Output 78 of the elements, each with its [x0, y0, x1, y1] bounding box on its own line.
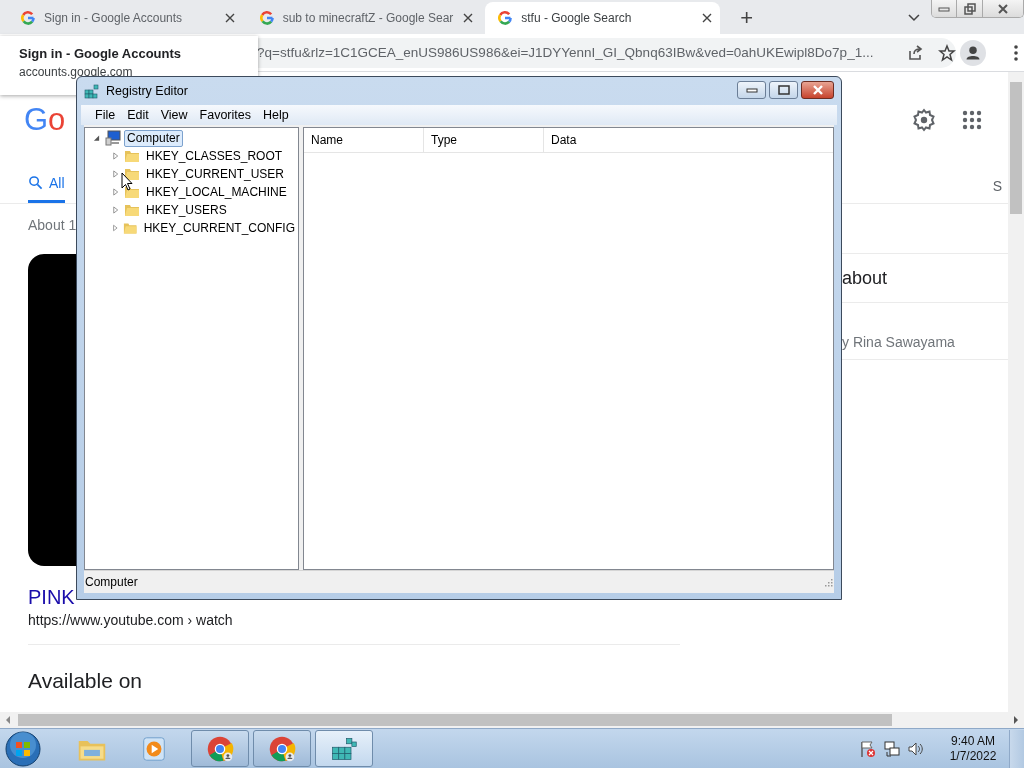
search-tab[interactable]: S	[992, 177, 1002, 194]
search-tab[interactable]: All	[28, 168, 65, 203]
column-header[interactable]: Data	[544, 128, 833, 152]
menu-item[interactable]: File	[89, 108, 122, 122]
cubes-icon	[84, 83, 100, 99]
taskbar-button[interactable]	[191, 730, 249, 767]
close-icon	[997, 2, 1010, 15]
restore-icon	[963, 2, 976, 15]
column-header[interactable]: Type	[424, 128, 544, 152]
tree-item[interactable]: HKEY_LOCAL_MACHINE	[143, 183, 290, 201]
result-url: https://www.youtube.com › watch	[28, 610, 680, 645]
minimize-icon	[745, 87, 758, 93]
maximize-button[interactable]	[769, 81, 798, 99]
scroll-left-icon[interactable]	[5, 716, 11, 724]
action-center-flag-icon[interactable]	[859, 739, 877, 758]
scroll-right-icon[interactable]	[1013, 716, 1019, 724]
section-heading: Available on	[28, 668, 144, 694]
browser-tab[interactable]: sub to minecraftZ - Google Sear	[246, 2, 482, 34]
result-stats: About 1	[28, 216, 77, 235]
taskbar-button[interactable]	[315, 730, 373, 767]
status-bar-text: Computer	[85, 575, 138, 589]
expander-icon[interactable]	[93, 134, 100, 142]
menu-item[interactable]: View	[154, 108, 194, 122]
google-g-icon	[258, 10, 275, 26]
start-button[interactable]	[5, 730, 41, 767]
share-icon[interactable]	[906, 43, 924, 62]
apps-grid-icon[interactable]	[962, 110, 982, 130]
tooltip-title: Sign in - Google Accounts	[19, 46, 183, 61]
tree-item[interactable]: HKEY_USERS	[143, 201, 230, 219]
menu-item[interactable]: Help	[257, 108, 295, 122]
tree-item[interactable]: HKEY_CLASSES_ROOT	[143, 147, 286, 165]
menu-item[interactable]: Edit	[121, 108, 155, 122]
close-icon	[811, 85, 824, 95]
taskbar-button[interactable]	[253, 730, 311, 767]
profile-avatar-icon[interactable]	[960, 39, 986, 66]
menu-icon[interactable]	[1014, 44, 1018, 61]
menu-item[interactable]: Favorites	[193, 108, 257, 122]
result-title-link[interactable]: PINK	[28, 584, 75, 610]
folder-icon	[124, 202, 140, 218]
computer-icon	[105, 130, 121, 146]
horizontal-scrollbar[interactable]	[0, 712, 1024, 728]
browser-icon	[267, 734, 297, 763]
panel-subtitle: y Rina Sawayama	[842, 334, 955, 350]
window-title: Registry Editor	[106, 84, 188, 98]
new-tab-button[interactable]: +	[731, 2, 762, 34]
google-g-icon	[497, 10, 514, 26]
browser-tab[interactable]: Sign in - Google Accounts	[8, 2, 243, 34]
minimize-button[interactable]	[737, 81, 766, 99]
network-icon[interactable]	[883, 739, 901, 758]
tooltip-url: accounts.google.com	[19, 65, 134, 79]
vertical-scrollbar[interactable]	[1008, 72, 1024, 712]
restore-button[interactable]	[957, 0, 984, 17]
close-icon[interactable]	[463, 13, 474, 23]
browser-tab[interactable]: stfu - Google Search	[485, 2, 720, 34]
panel-heading: about	[842, 267, 888, 289]
close-icon[interactable]	[701, 13, 712, 23]
folder-icon	[124, 184, 140, 200]
tree-item[interactable]: HKEY_CURRENT_USER	[143, 165, 288, 183]
clock-time[interactable]: 9:40 AM	[951, 733, 995, 749]
settings-icon[interactable]	[912, 108, 936, 132]
star-icon[interactable]	[938, 43, 956, 62]
caret-icon[interactable]	[907, 14, 920, 22]
folder-icon	[124, 148, 140, 164]
column-header[interactable]: Name	[304, 128, 424, 152]
maximize-icon	[777, 85, 790, 95]
tree-item[interactable]: Computer	[124, 129, 183, 147]
tree-item[interactable]: HKEY_CURRENT_CONFIG	[140, 219, 298, 237]
mouse-cursor-icon	[121, 172, 133, 191]
folder-icon	[124, 166, 140, 182]
browser-icon	[205, 734, 235, 763]
search-icon	[28, 175, 43, 190]
clock-date[interactable]: 1/7/2022	[949, 748, 997, 764]
close-icon[interactable]	[224, 13, 235, 23]
close-button[interactable]	[983, 0, 1023, 17]
minimize-icon	[938, 4, 950, 13]
google-g-icon	[20, 10, 36, 26]
close-button[interactable]	[801, 81, 834, 99]
resize-grip-icon[interactable]	[823, 577, 833, 587]
